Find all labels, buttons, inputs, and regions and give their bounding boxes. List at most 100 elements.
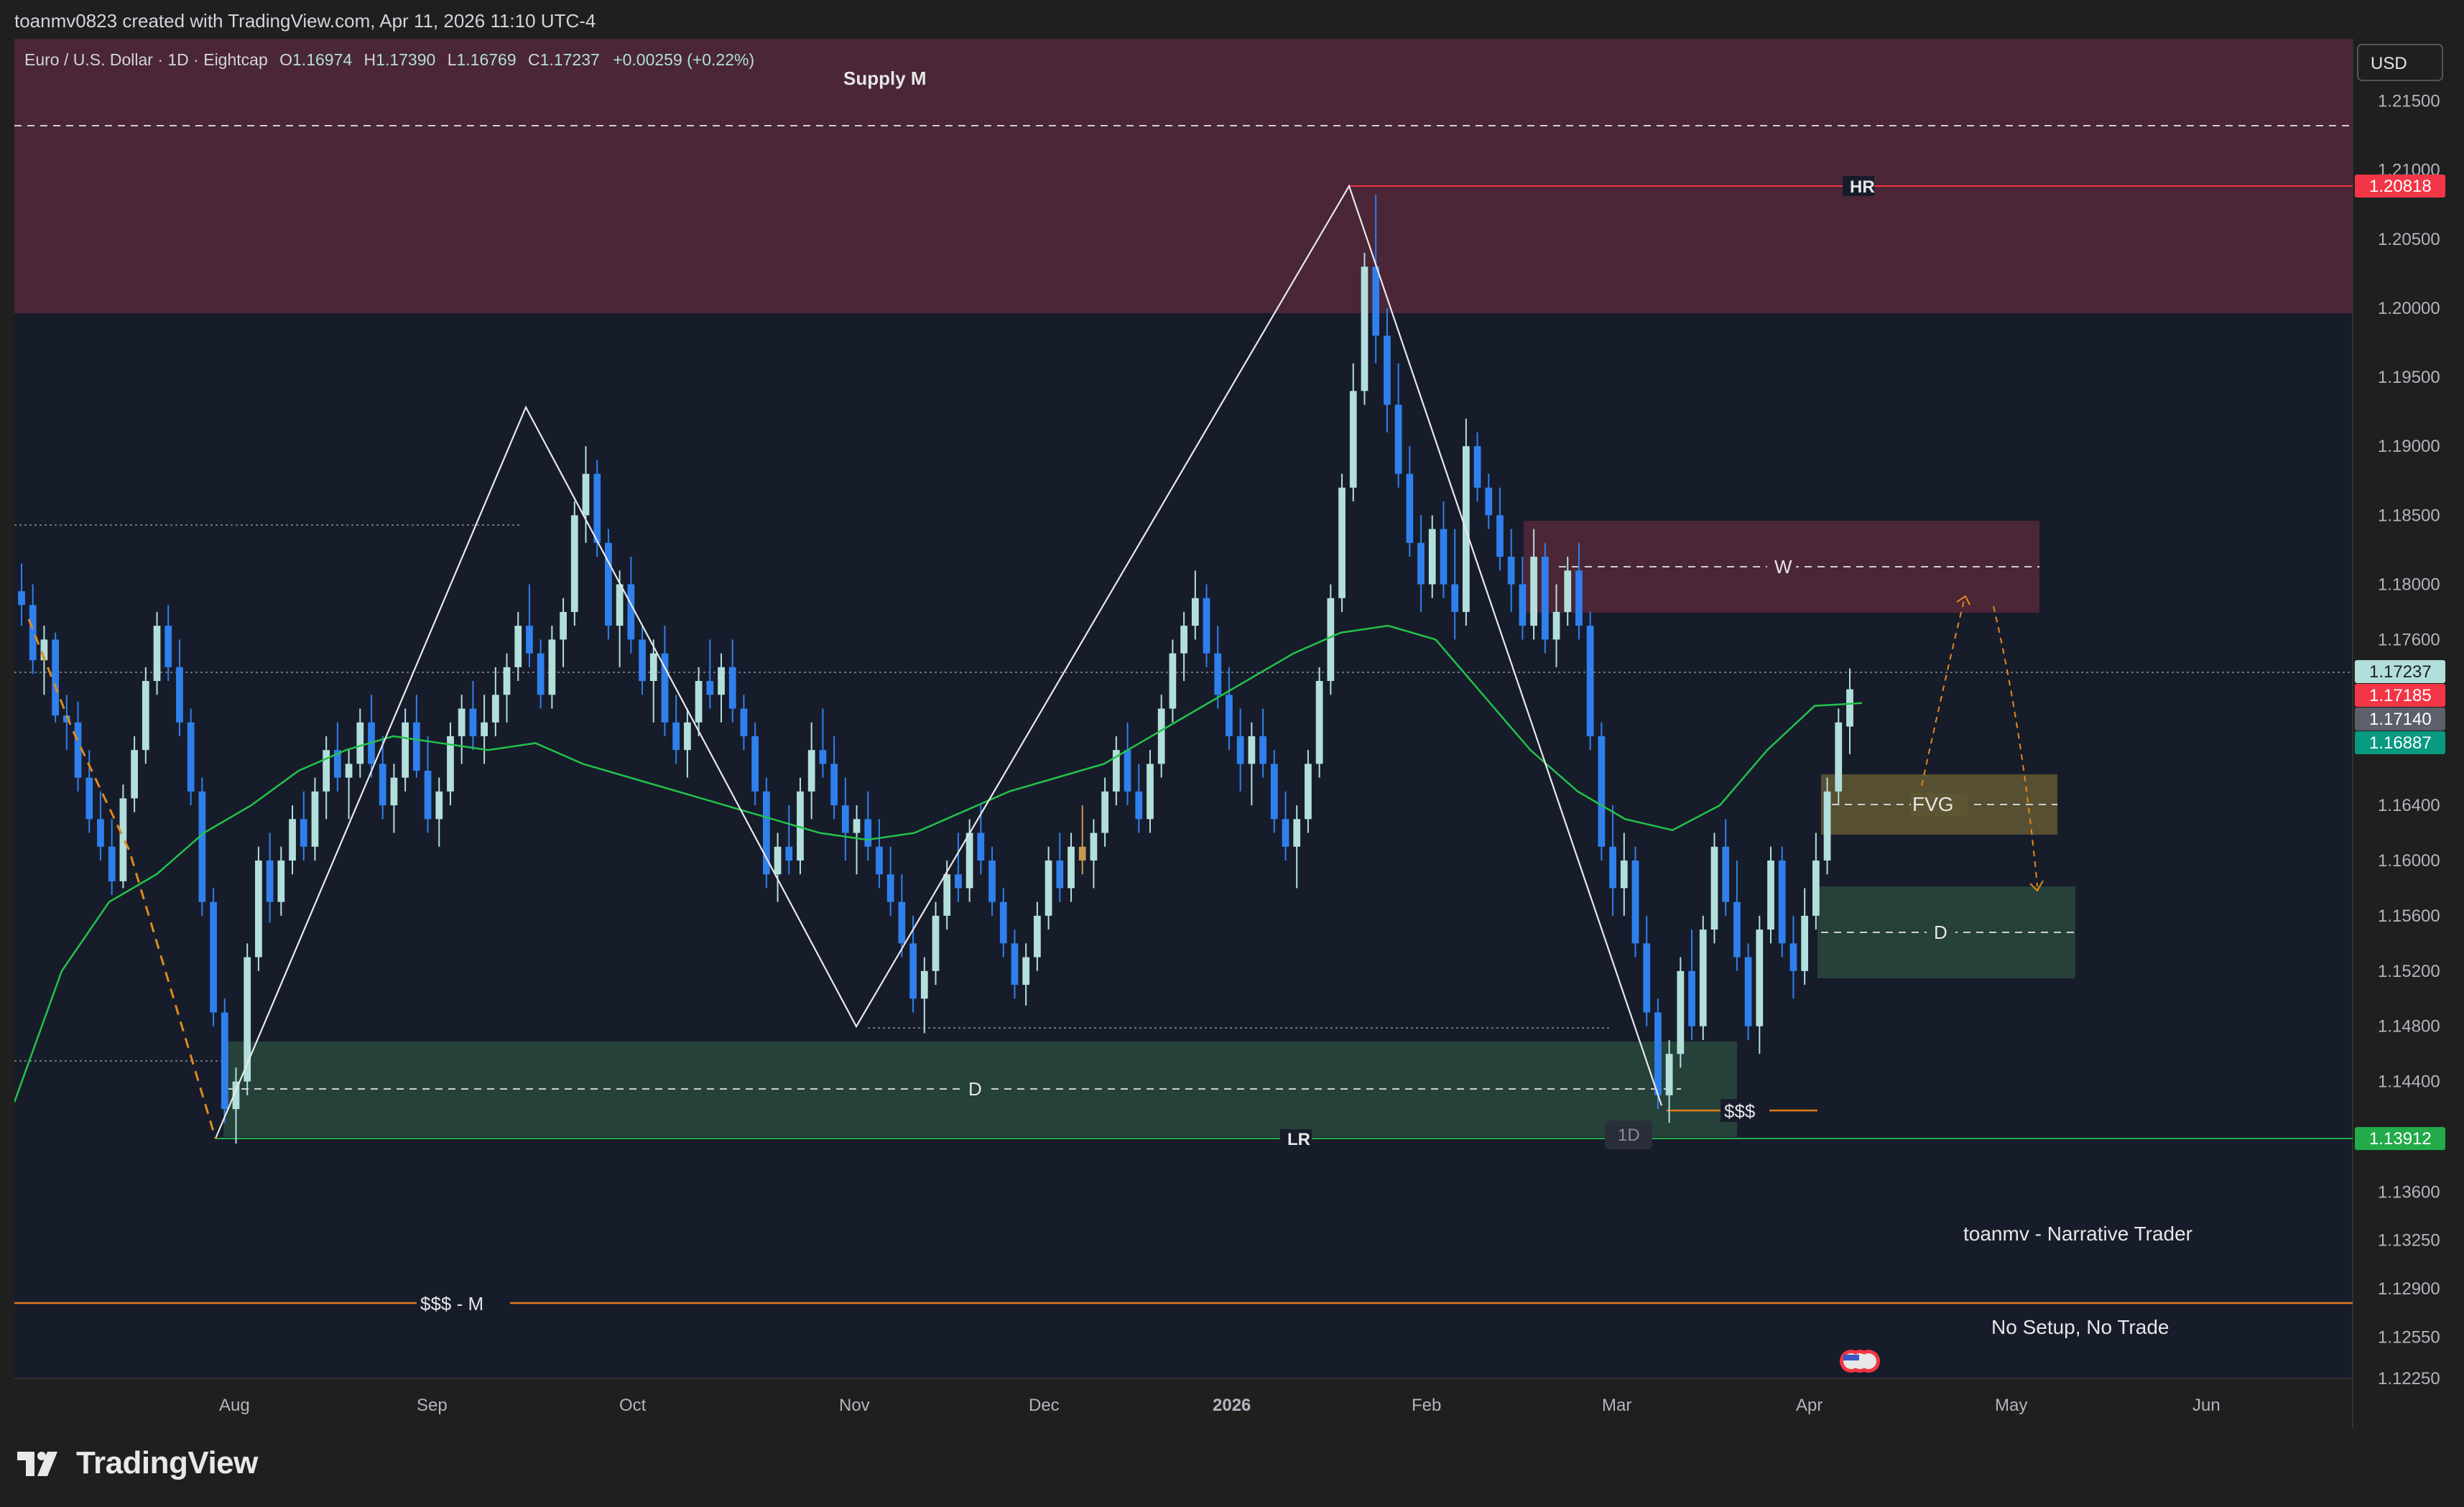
candle-body [1406, 473, 1414, 543]
time-tick-label: Apr [1796, 1396, 1822, 1415]
candle [1338, 473, 1346, 612]
candle-body [1609, 846, 1616, 889]
rule-annotation: No Setup, No Trade [1991, 1316, 2169, 1338]
supply-zone-label: Supply M [843, 68, 927, 89]
time-tick-label: Nov [839, 1396, 870, 1415]
liquidity-m-label: $$$ - M [420, 1293, 483, 1314]
candle-body [526, 626, 533, 654]
candle-body [1147, 764, 1154, 820]
candle-body [718, 667, 725, 695]
price-tick-label: 1.12550 [2378, 1327, 2440, 1347]
price-tick-label: 1.17600 [2378, 630, 2440, 649]
candle-body [1270, 764, 1278, 820]
candle-body [1722, 846, 1730, 902]
price-badge: 1.13912 [2355, 1127, 2445, 1150]
candle-body [289, 819, 296, 861]
candle-body [807, 750, 815, 792]
candle-body [1349, 391, 1357, 488]
candle-body [390, 777, 398, 806]
candle-body [1236, 736, 1244, 764]
price-tick-label: 1.19000 [2378, 437, 2440, 456]
candle-body [29, 605, 37, 661]
candle-body [1305, 764, 1312, 820]
candle-body [74, 722, 82, 778]
fvg-zone-label: FVG [1912, 793, 1954, 815]
candle [762, 777, 770, 889]
tradingview-wordmark: TradingView [76, 1445, 258, 1480]
candle-body [277, 860, 285, 902]
candle [1677, 957, 1685, 1068]
candle-body [1519, 584, 1527, 626]
candle [198, 777, 206, 916]
candle-body [1226, 695, 1233, 736]
price-badge-label: 1.13912 [2369, 1129, 2432, 1149]
candle-body [1056, 860, 1064, 889]
candle [119, 784, 127, 889]
candle-body [1846, 689, 1853, 727]
chart-area[interactable]: Supply M W FVG D D HR LR $$$ - M $$$ Eur… [13, 39, 2450, 1428]
candle-body [1744, 957, 1752, 1026]
time-tick-label: Dec [1029, 1396, 1060, 1415]
candle [1767, 846, 1774, 944]
time-tick-label: May [1995, 1396, 2027, 1415]
price-tick-label: 1.18500 [2378, 506, 2440, 525]
lr-label: LR [1287, 1130, 1310, 1149]
time-tick-label: Jun [2192, 1396, 2220, 1415]
legend-high: 1.17390 [376, 50, 435, 69]
price-tick-label: 1.12250 [2378, 1369, 2440, 1388]
candle-body [1812, 860, 1820, 916]
candle-body [593, 473, 601, 543]
candle-body [1248, 736, 1256, 764]
candle-body [774, 846, 782, 875]
legend-change: +0.00259 (+0.22%) [613, 50, 754, 69]
candle-body [266, 860, 274, 902]
candle-body [841, 805, 849, 833]
candle-body [18, 591, 25, 606]
candle-body [830, 764, 838, 806]
price-tick-label: 1.14400 [2378, 1072, 2440, 1092]
candle-body [1598, 736, 1606, 847]
attribution-text: toanmv0823 created with TradingView.com,… [14, 10, 596, 32]
candle-body [1101, 791, 1109, 833]
tradingview-brand[interactable]: TradingView [16, 1445, 258, 1481]
legend-symbol: Euro / U.S. Dollar · 1D · Eightcap [24, 50, 268, 69]
economic-event-icon[interactable] [1840, 1350, 1880, 1373]
supply-zone [14, 39, 2353, 313]
candle [1541, 542, 1549, 654]
candle-body [1338, 487, 1346, 598]
price-tick-label: 1.13600 [2378, 1182, 2440, 1202]
candle-body [898, 901, 906, 944]
candle-body [176, 667, 183, 723]
legend-line: Euro / U.S. Dollar · 1D · Eightcap O1.16… [24, 50, 754, 69]
candle-body [514, 626, 522, 667]
candle-body [1135, 791, 1143, 820]
candle-body [1384, 335, 1391, 405]
price-tick-label: 1.13250 [2378, 1231, 2440, 1251]
candle-body [1045, 860, 1052, 916]
candle-body [356, 722, 364, 764]
price-badge: 1.16887 [2355, 731, 2445, 754]
candle-body [1078, 846, 1086, 861]
demand-small-label: D [1934, 922, 1947, 943]
candle-body [1440, 529, 1448, 585]
candle-body [1034, 915, 1041, 957]
price-tick-label: 1.15600 [2378, 906, 2440, 926]
legend-close-label: C [528, 50, 540, 69]
candle-body [198, 791, 206, 902]
currency-label: USD [2371, 54, 2407, 73]
candle-body [379, 764, 386, 806]
candle-body [165, 626, 172, 667]
candle-body [1293, 819, 1301, 847]
candle-body [605, 542, 612, 626]
price-tick-label: 1.20500 [2378, 230, 2440, 249]
legend-close: 1.17237 [540, 50, 600, 69]
w-zone-label: W [1774, 556, 1792, 578]
candle-body [560, 611, 567, 640]
candle-body [728, 667, 736, 709]
candle-body [1191, 598, 1199, 626]
price-chart[interactable]: Supply M W FVG D D HR LR $$$ - M $$$ Eur… [13, 39, 2450, 1428]
candle-body [1778, 860, 1786, 944]
candle-body [85, 777, 93, 820]
candle-body [1620, 860, 1628, 889]
candle-body [570, 515, 578, 612]
